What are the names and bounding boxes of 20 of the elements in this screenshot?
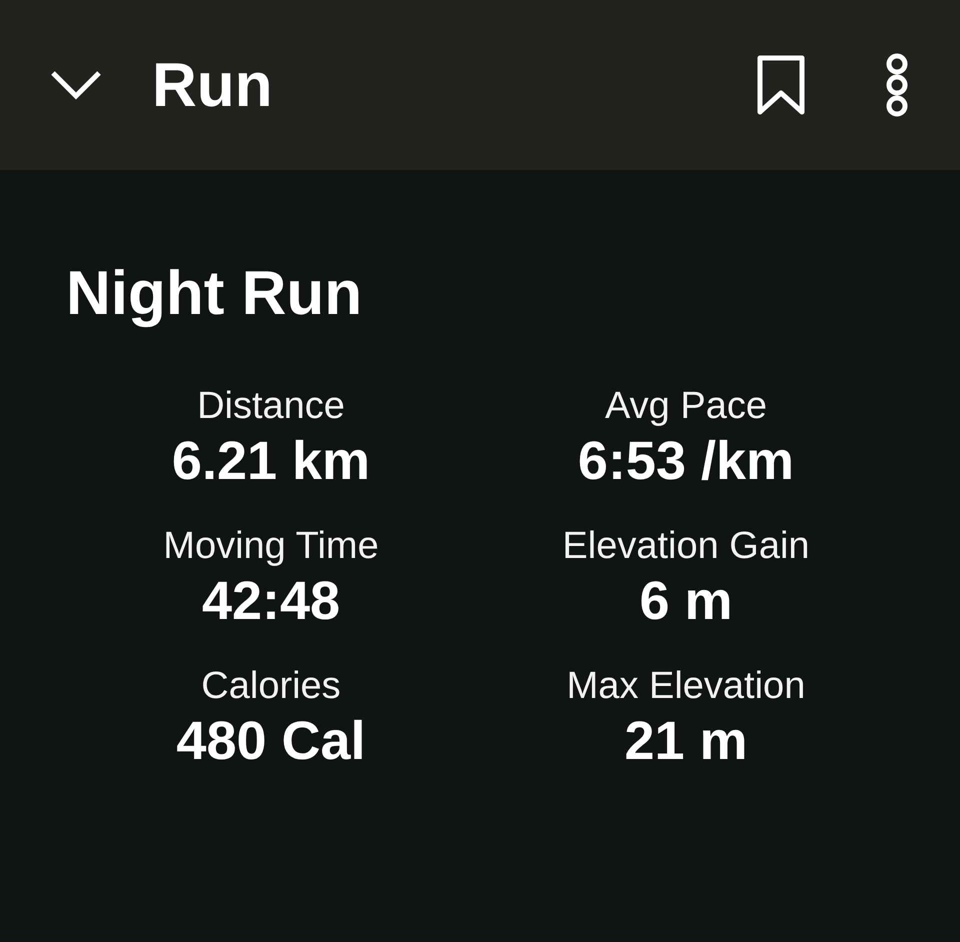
stat-value: 6:53 /km <box>578 430 794 493</box>
stat-label: Moving Time <box>163 524 379 569</box>
collapse-button[interactable] <box>50 70 102 100</box>
stat-value: 42:48 <box>202 570 340 633</box>
stat-value: 6.21 km <box>172 430 370 493</box>
stat-value: 21 m <box>624 710 748 773</box>
stat-label: Calories <box>201 664 341 709</box>
bookmark-button[interactable] <box>756 55 806 115</box>
stat-label: Max Elevation <box>566 664 806 709</box>
stat-value: 480 Cal <box>176 710 366 773</box>
bookmark-icon <box>756 55 806 115</box>
page-title: Run <box>152 50 274 120</box>
stat-label: Distance <box>197 384 345 429</box>
activity-title: Night Run <box>66 258 364 329</box>
stat-label: Elevation Gain <box>562 524 810 569</box>
stat-value: 6 m <box>639 570 733 633</box>
stat-label: Avg Pace <box>605 384 767 429</box>
more-options-button[interactable] <box>884 53 910 117</box>
chevron-down-icon <box>50 70 102 100</box>
more-icon <box>884 53 910 117</box>
